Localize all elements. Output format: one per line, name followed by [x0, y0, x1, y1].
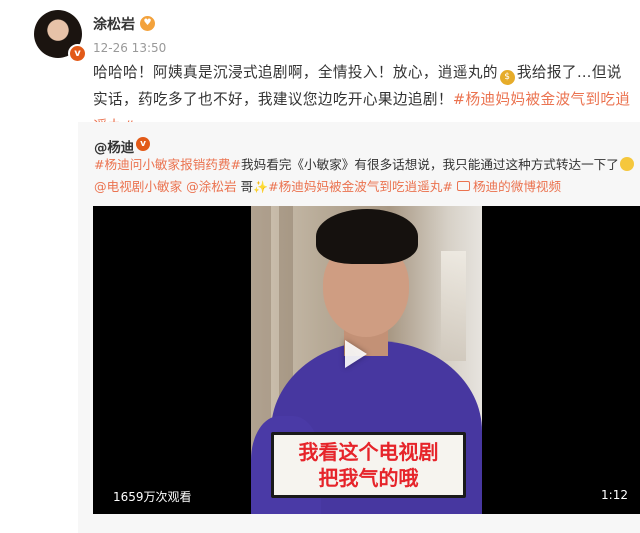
- repost-text-1: 我妈看完《小敏家》有很多话想说，我只能通过这种方式转达一下了: [241, 157, 619, 172]
- person-hair: [316, 209, 418, 264]
- video-player[interactable]: 我看这个电视剧 把我气的哦 1659万次观看 1:12: [93, 206, 640, 514]
- lamp: [441, 251, 466, 361]
- weibo-post: v 涂松岩 ♥ 12-26 13:50 哈哈哈！阿姨真是沉浸式追剧啊，全情投入！…: [0, 0, 640, 533]
- laughing-emoji-icon: [619, 157, 634, 171]
- repost-card: @杨迪 v #杨迪问小敏家报销药费#我妈看完《小敏家》有很多话想说，我只能通过这…: [78, 122, 640, 533]
- verified-badge-icon: v: [136, 137, 150, 151]
- mention-link[interactable]: @电视剧小敏家: [94, 179, 182, 194]
- vip-heart-icon: ♥: [140, 16, 155, 31]
- caption-line-2: 把我气的哦: [318, 466, 419, 490]
- video-duration: 1:12: [601, 488, 628, 502]
- caption-line-1: 我看这个电视剧: [298, 440, 439, 464]
- money-bag-icon: $: [499, 70, 515, 85]
- post-text-part1: 哈哈哈！阿姨真是沉浸式追剧啊，全情投入！放心，逍遥丸的: [93, 64, 498, 81]
- play-icon[interactable]: [345, 340, 367, 368]
- video-link-label: 杨迪的微博视频: [472, 179, 562, 194]
- view-count: 1659万次观看: [113, 490, 192, 504]
- username[interactable]: 涂松岩: [93, 14, 135, 34]
- original-author[interactable]: @杨迪: [94, 136, 134, 156]
- verified-badge-icon: v: [68, 44, 87, 63]
- repost-text-2: 哥: [236, 179, 254, 194]
- video-link[interactable]: 杨迪的微博视频: [456, 179, 562, 194]
- mention-link[interactable]: @涂松岩: [186, 179, 236, 194]
- video-icon: [456, 181, 470, 191]
- video-caption: 我看这个电视剧 把我气的哦: [271, 432, 466, 498]
- post-timestamp[interactable]: 12-26 13:50: [93, 41, 166, 55]
- hashtag-link[interactable]: #杨迪问小敏家报销药费#: [94, 157, 241, 172]
- hashtag-link[interactable]: #杨迪妈妈被金波气到吃逍遥丸#: [268, 179, 453, 194]
- sparkle-emoji-icon: ✨: [253, 180, 269, 194]
- original-post-text: #杨迪问小敏家报销药费#我妈看完《小敏家》有很多话想说，我只能通过这种方式转达一…: [94, 154, 639, 198]
